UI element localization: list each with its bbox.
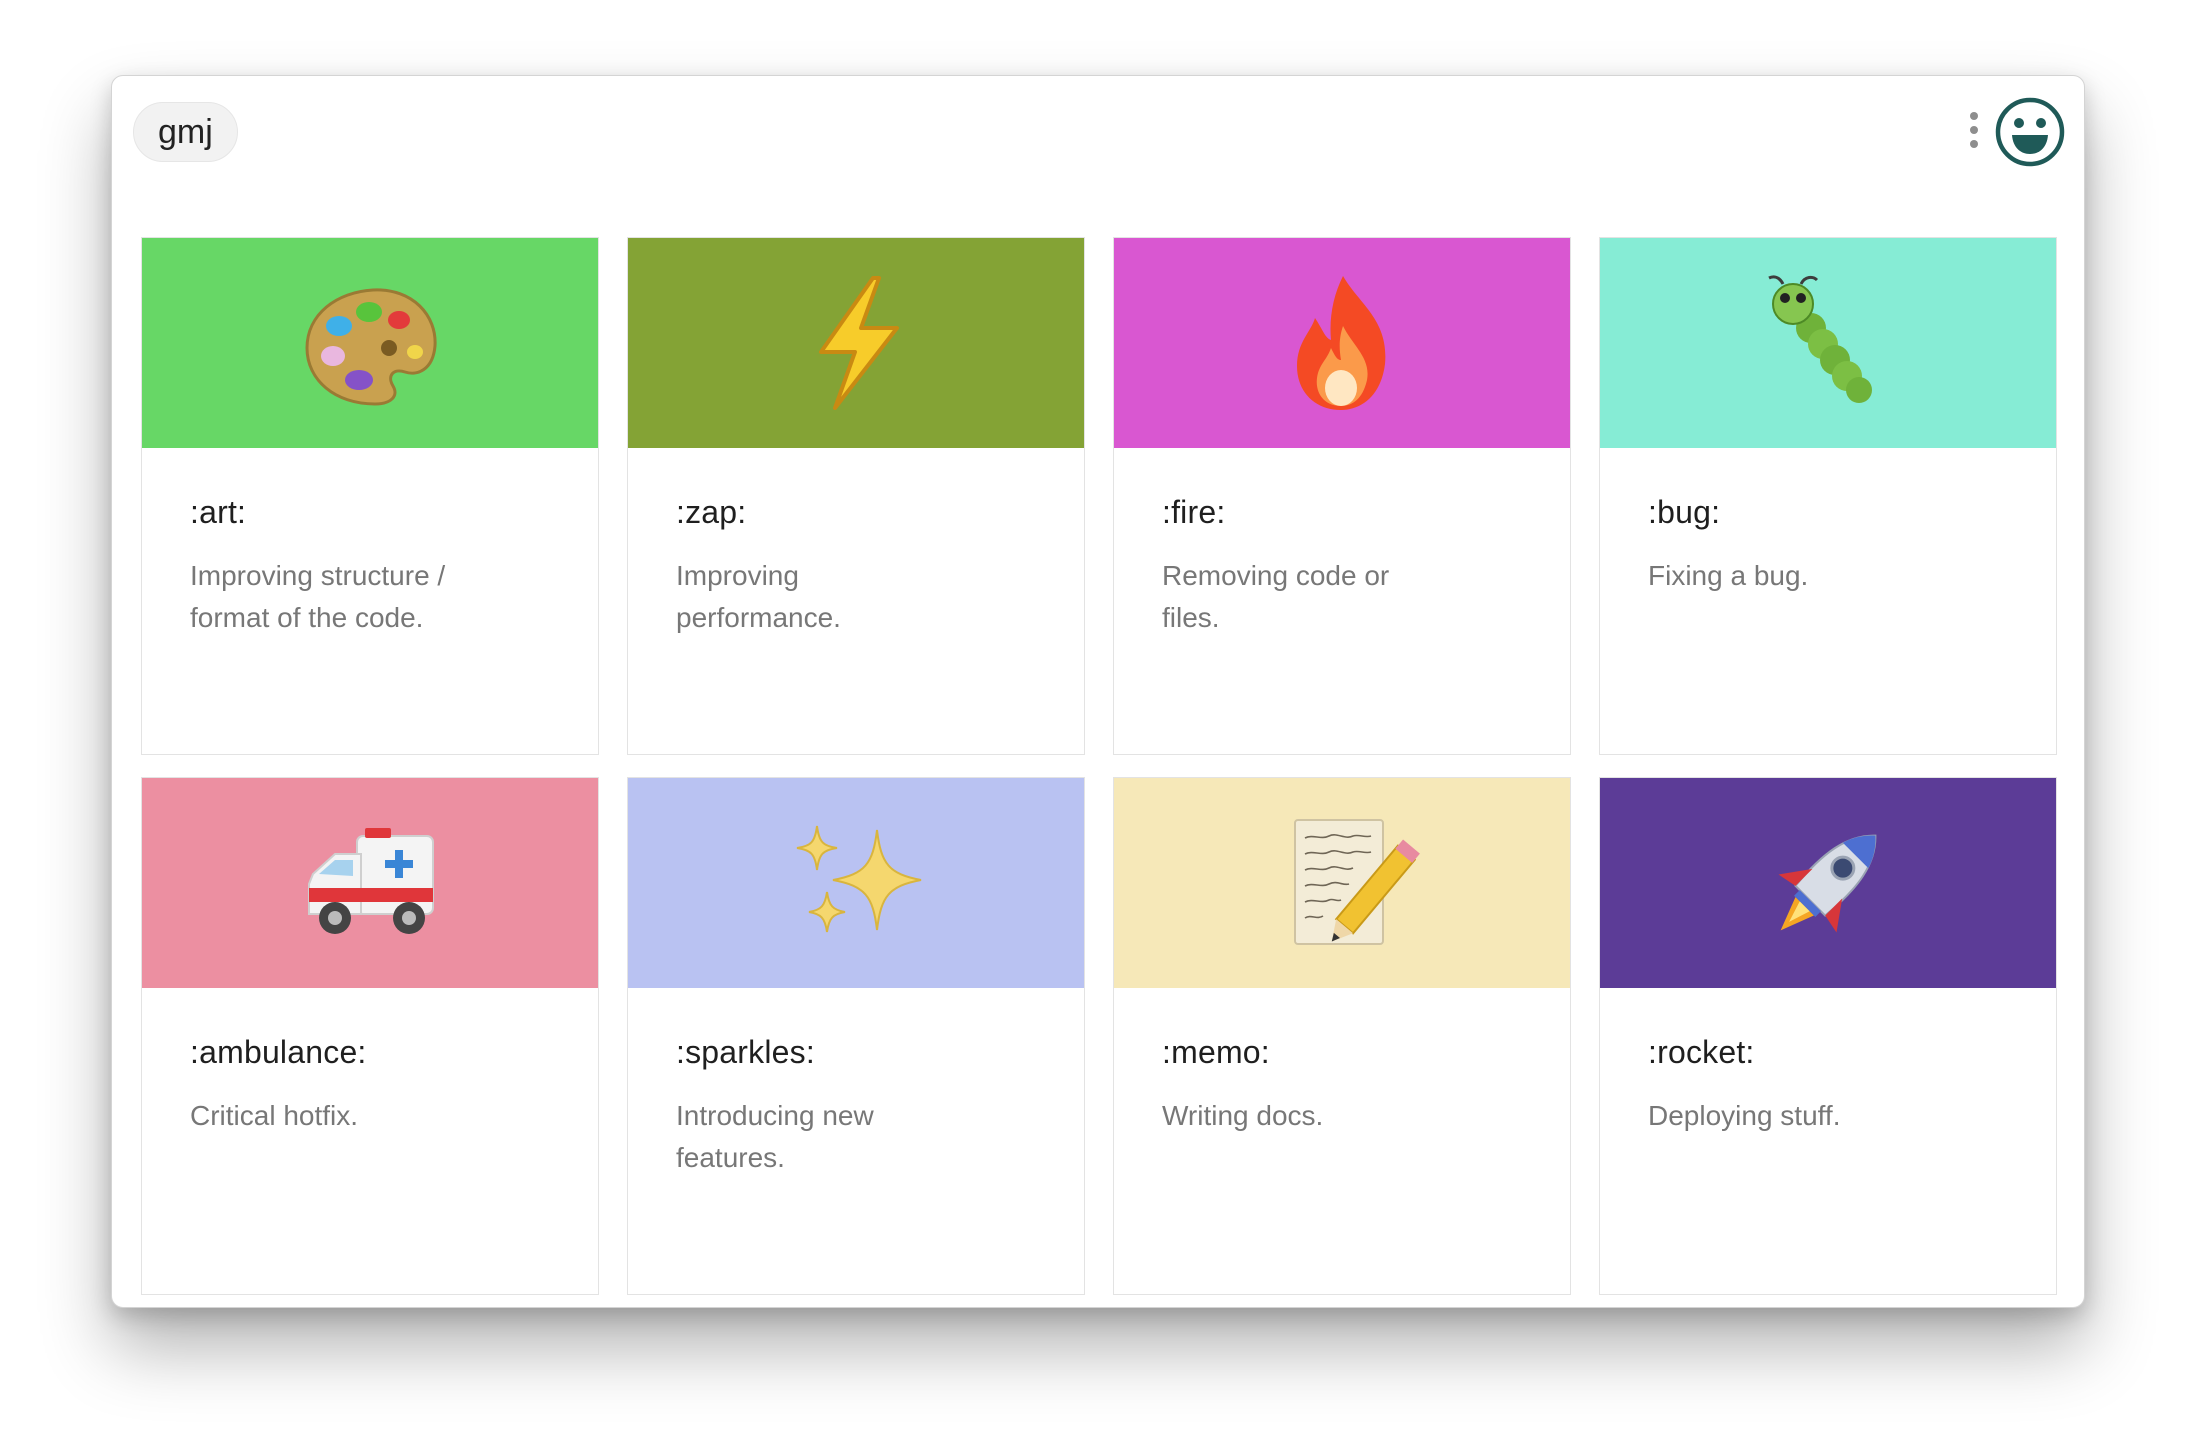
emoji-card-art[interactable]: :art: Improving structure / format of th… bbox=[141, 237, 599, 755]
emoji-card-fire[interactable]: :fire: Removing code or files. bbox=[1113, 237, 1571, 755]
emoji-description: Improving structure / format of the code… bbox=[190, 560, 446, 633]
emoji-description: Deploying stuff. bbox=[1648, 1100, 1841, 1131]
card-header bbox=[142, 778, 598, 988]
emoji-description: Introducing new features. bbox=[676, 1100, 874, 1173]
memo-icon bbox=[1294, 819, 1420, 945]
vertical-dots-icon[interactable] bbox=[1966, 112, 1982, 156]
emoji-code: :ambulance: bbox=[190, 1034, 367, 1070]
emoji-card-bug[interactable]: :bug: Fixing a bug. bbox=[1599, 237, 2057, 755]
emoji-code: :fire: bbox=[1162, 494, 1226, 530]
fire-icon bbox=[1297, 276, 1386, 410]
sparkles-icon bbox=[796, 825, 922, 933]
search-input[interactable]: gmj bbox=[133, 102, 238, 162]
ambulance-icon bbox=[308, 828, 434, 934]
high-voltage-icon bbox=[819, 276, 899, 410]
artist-palette-icon bbox=[305, 288, 437, 406]
emoji-card-memo[interactable]: :memo: Writing docs. bbox=[1113, 777, 1571, 1295]
card-header bbox=[1600, 778, 2056, 988]
emoji-description: Removing code or files. bbox=[1162, 560, 1390, 633]
bug-icon bbox=[1768, 275, 1872, 403]
emoji-card-ambulance[interactable]: :ambulance: Critical hotfix. bbox=[141, 777, 599, 1295]
emoji-grid: :art: Improving structure / format of th… bbox=[141, 237, 2057, 1295]
emoji-code: :memo: bbox=[1162, 1034, 1270, 1070]
card-header bbox=[142, 238, 598, 448]
emoji-description: Writing docs. bbox=[1162, 1100, 1324, 1131]
emoji-card-sparkles[interactable]: :sparkles: Introducing new features. bbox=[627, 777, 1085, 1295]
card-header bbox=[628, 778, 1084, 988]
app-window: gmj:art: Improving structure / format o… bbox=[111, 75, 2085, 1308]
emoji-description: Critical hotfix. bbox=[190, 1100, 359, 1131]
emoji-code: :bug: bbox=[1648, 494, 1721, 530]
card-header bbox=[628, 238, 1084, 448]
grinning-face-icon[interactable] bbox=[1994, 96, 2066, 168]
emoji-description: Improving performance. bbox=[676, 560, 841, 633]
emoji-code: :rocket: bbox=[1648, 1034, 1755, 1070]
emoji-code: :sparkles: bbox=[676, 1034, 815, 1070]
emoji-code: :zap: bbox=[676, 494, 747, 530]
emoji-card-rocket[interactable]: :rocket: Deploying stuff. bbox=[1599, 777, 2057, 1295]
card-header bbox=[1114, 238, 1570, 448]
card-header bbox=[1600, 238, 2056, 448]
rocket-icon bbox=[1778, 834, 1877, 933]
card-header bbox=[1114, 778, 1570, 988]
emoji-description: Fixing a bug. bbox=[1648, 560, 1809, 591]
emoji-code: :art: bbox=[190, 494, 247, 530]
emoji-card-zap[interactable]: :zap: Improving performance. bbox=[627, 237, 1085, 755]
